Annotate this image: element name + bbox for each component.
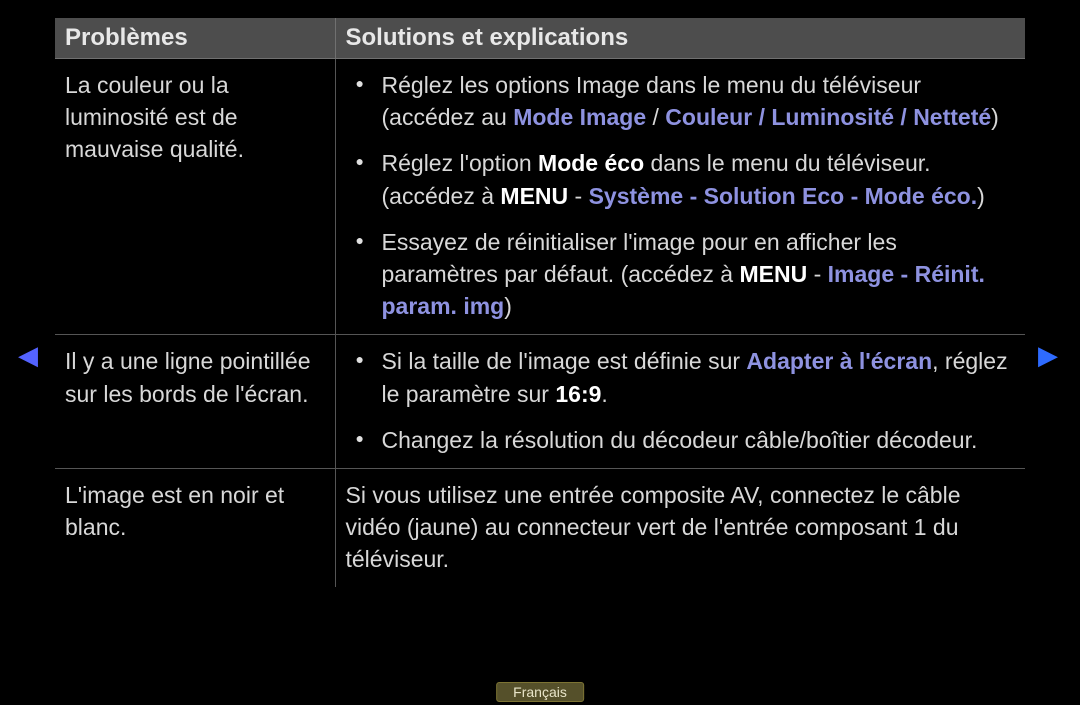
solution-cell: Si vous utilisez une entrée composite AV… [335, 468, 1025, 587]
troubleshooting-table: Problèmes Solutions et explications La c… [55, 18, 1025, 587]
header-problems: Problèmes [55, 18, 335, 59]
table-row: La couleur ou la luminosité est de mauva… [55, 59, 1025, 335]
table-row: Il y a une ligne pointillée sur les bord… [55, 335, 1025, 469]
text: - [807, 261, 827, 287]
next-arrow[interactable]: ▶ [1038, 340, 1058, 371]
text: ) [991, 104, 999, 130]
solution-item: Si la taille de l'image est définie sur … [346, 345, 1016, 409]
solution-item: Changez la résolution du décodeur câble/… [346, 424, 1016, 456]
link-text: Mode Image [513, 104, 646, 130]
bold-text: MENU [739, 261, 807, 287]
bold-text: MENU [500, 183, 568, 209]
bold-text: Mode éco [538, 150, 644, 176]
solution-cell: Si la taille de l'image est définie sur … [335, 335, 1025, 469]
text: Si vous utilisez une entrée composite AV… [346, 482, 961, 572]
solution-item: Si vous utilisez une entrée composite AV… [346, 479, 1016, 576]
text: - [568, 183, 588, 209]
text: ) [977, 183, 985, 209]
solution-item: Réglez les options Image dans le menu du… [346, 69, 1016, 133]
text: Réglez l'option [382, 150, 539, 176]
text: . [601, 381, 607, 407]
text: / [646, 104, 665, 130]
problem-cell: La couleur ou la luminosité est de mauva… [55, 59, 335, 335]
language-badge: Français [496, 682, 584, 702]
bold-text: 16:9 [555, 381, 601, 407]
solution-cell: Réglez les options Image dans le menu du… [335, 59, 1025, 335]
text: ) [504, 293, 512, 319]
solution-item: Réglez l'option Mode éco dans le menu du… [346, 147, 1016, 211]
problem-cell: L'image est en noir et blanc. [55, 468, 335, 587]
link-text: Couleur / Luminosité / Netteté [665, 104, 991, 130]
link-text: Adapter à l'écran [746, 348, 932, 374]
text: Si la taille de l'image est définie sur [382, 348, 747, 374]
troubleshooting-table-container: Problèmes Solutions et explications La c… [55, 18, 1025, 587]
prev-arrow[interactable]: ◀ [18, 340, 38, 371]
solution-item: Essayez de réinitialiser l'image pour en… [346, 226, 1016, 323]
text: Changez la résolution du décodeur câble/… [382, 427, 978, 453]
header-solutions: Solutions et explications [335, 18, 1025, 59]
table-row: L'image est en noir et blanc.Si vous uti… [55, 468, 1025, 587]
link-text: Système - Solution Eco - Mode éco. [589, 183, 978, 209]
problem-cell: Il y a une ligne pointillée sur les bord… [55, 335, 335, 469]
